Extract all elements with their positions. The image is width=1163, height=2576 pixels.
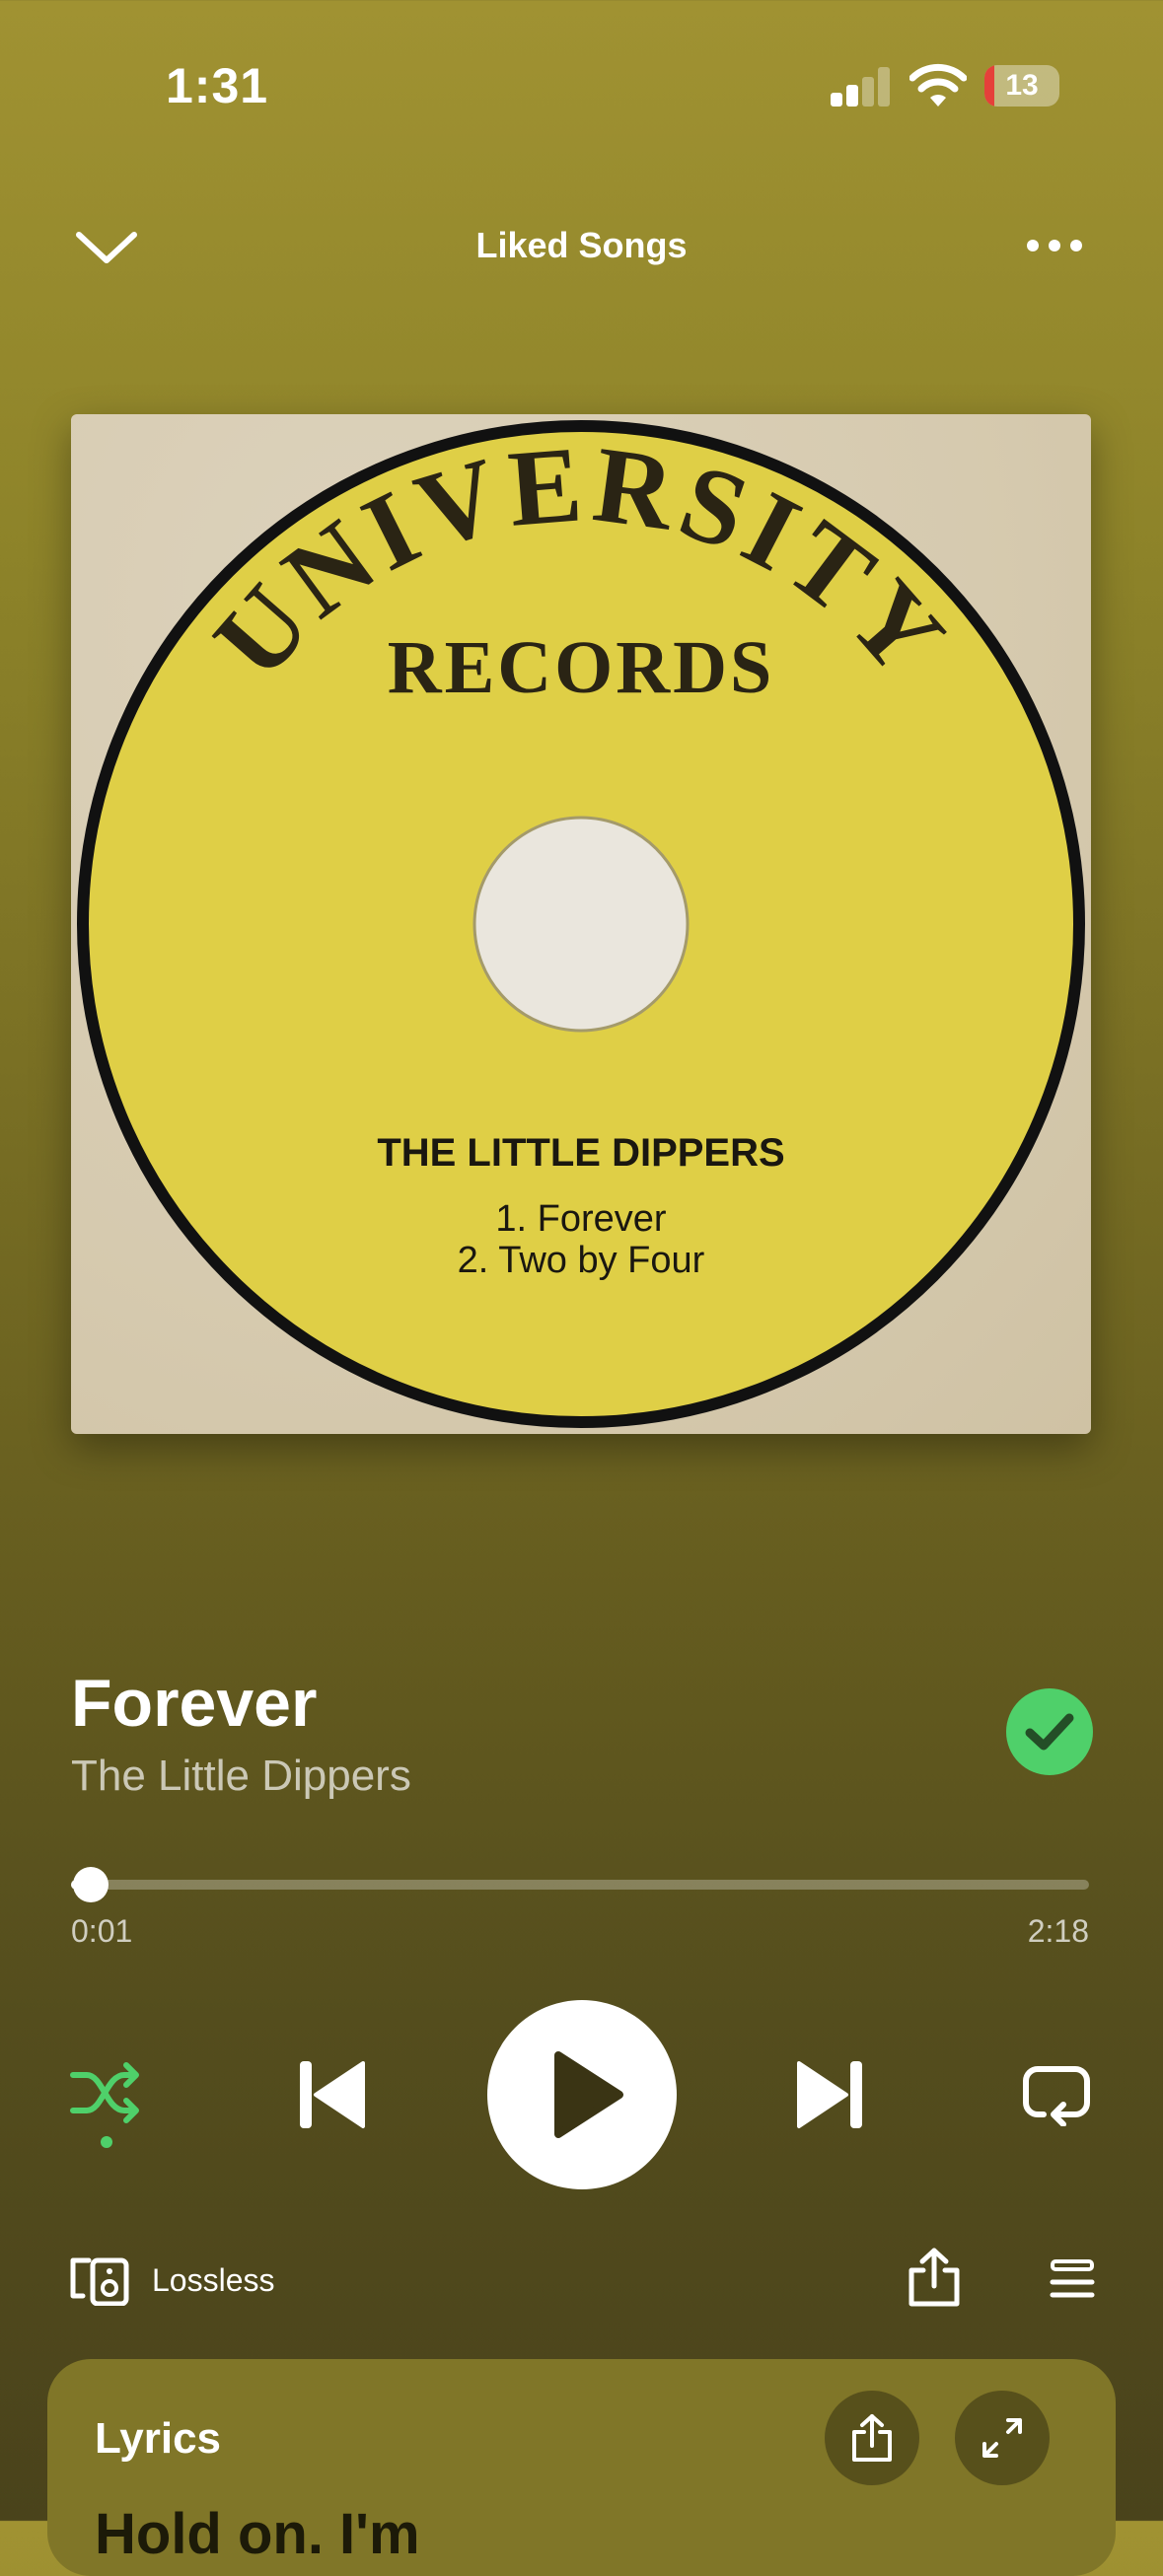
share-icon: [852, 2414, 892, 2462]
lyrics-title: Lyrics: [95, 2414, 222, 2463]
status-time: 1:31: [166, 58, 269, 113]
play-button[interactable]: [487, 2000, 677, 2189]
queue-icon[interactable]: [1050, 2258, 1095, 2298]
shuffle-icon[interactable]: [69, 2061, 142, 2124]
elapsed-time: 0:01: [71, 1913, 133, 1949]
expand-icon: [982, 2418, 1022, 2458]
skip-previous-icon[interactable]: [298, 2059, 367, 2130]
checkmark-icon: [1025, 1713, 1074, 1751]
cellular-signal-icon: [831, 65, 892, 107]
shuffle-active-indicator: [101, 2136, 112, 2148]
more-horizontal-icon[interactable]: [1026, 239, 1083, 252]
play-icon: [554, 2051, 623, 2138]
skip-next-icon[interactable]: [795, 2059, 864, 2130]
lyrics-expand-button[interactable]: [955, 2391, 1050, 2485]
label-track-2: 2. Two by Four: [458, 1240, 705, 1281]
lyric-line: Hold on. I'm: [95, 2502, 420, 2566]
repeat-icon[interactable]: [1022, 2063, 1091, 2126]
audio-quality-label[interactable]: Lossless: [152, 2262, 275, 2299]
battery-level: 13: [1005, 69, 1039, 102]
share-icon[interactable]: [906, 2247, 963, 2308]
lyrics-share-button[interactable]: [825, 2391, 919, 2485]
label-sub: RECORDS: [388, 626, 775, 709]
wifi-icon: [909, 63, 967, 107]
label-artist: THE LITTLE DIPPERS: [377, 1131, 784, 1175]
progress-knob[interactable]: [73, 1867, 109, 1902]
song-title: Forever: [71, 1666, 318, 1741]
liked-button[interactable]: [1006, 1688, 1093, 1775]
battery-icon: 13: [984, 65, 1059, 107]
playlist-title: Liked Songs: [475, 225, 688, 265]
total-time: 2:18: [1027, 1913, 1089, 1949]
album-artwork: UNIVERSITY RECORDS THE LITTLE DIPPERS 1.…: [71, 414, 1091, 1434]
label-track-1: 1. Forever: [495, 1198, 667, 1240]
song-artist[interactable]: The Little Dippers: [71, 1752, 411, 1801]
record-hole: [472, 816, 690, 1033]
progress-track[interactable]: [71, 1880, 1089, 1890]
devices-icon[interactable]: [69, 2256, 130, 2306]
